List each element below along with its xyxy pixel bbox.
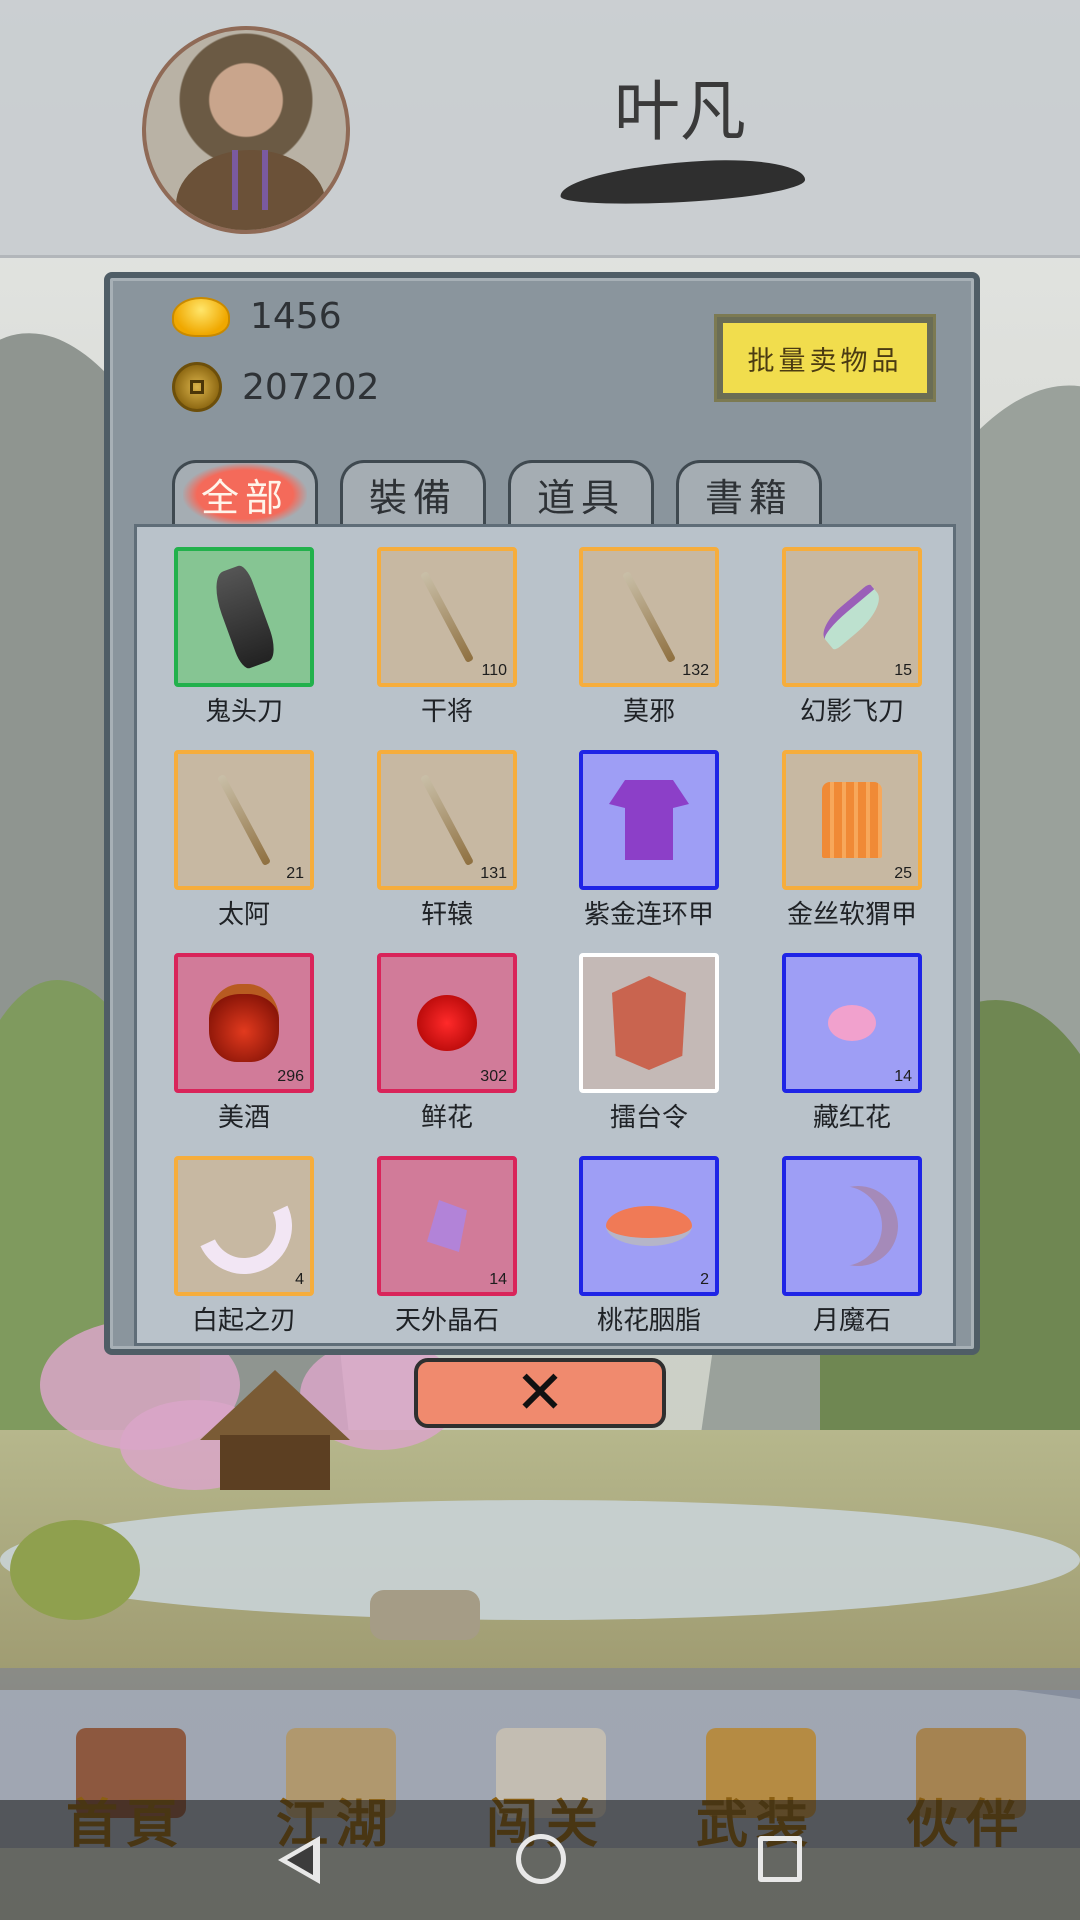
item-name: 鲜花: [420, 1103, 473, 1133]
crystal-icon: [427, 1200, 467, 1252]
player-name: 叶凡: [614, 73, 746, 150]
rose-icon: [417, 995, 477, 1051]
inventory-item[interactable]: 鬼头刀: [174, 547, 314, 728]
copper-coin-icon: [172, 362, 222, 412]
inventory-item[interactable]: 14 藏红花: [782, 953, 922, 1134]
item-name: 擂台令: [609, 1103, 688, 1133]
coin-amount: 207202: [242, 366, 380, 408]
cleaver-icon: [208, 563, 280, 671]
flying-knife-icon: [815, 583, 889, 651]
tab-books[interactable]: 書籍: [676, 460, 822, 526]
item-name: 白起之刃: [191, 1306, 296, 1336]
inventory-item[interactable]: 296 美酒: [174, 953, 314, 1134]
back-icon[interactable]: [278, 1836, 320, 1884]
inventory-item[interactable]: 21 太阿: [174, 750, 314, 931]
category-tabs: 全部 裝備 道具 書籍: [172, 460, 844, 526]
inventory-item[interactable]: 14 天外晶石: [377, 1156, 517, 1337]
system-navigation-bar: [0, 1800, 1080, 1920]
inventory-panel: 1456 207202 批量卖物品 全部 裝備 道具 書籍 鬼头刀 110 干将…: [104, 272, 980, 1355]
inventory-item[interactable]: 15 幻影飞刀: [782, 547, 922, 728]
armor-robe-icon: [609, 780, 689, 860]
sword-icon: [419, 773, 475, 867]
bulk-sell-button[interactable]: 批量卖物品: [714, 314, 936, 402]
inventory-item[interactable]: 131 轩辕: [377, 750, 517, 931]
sword-icon: [621, 570, 677, 664]
item-name: 紫金连环甲: [583, 900, 714, 930]
item-name: 金丝软猬甲: [786, 900, 917, 930]
item-name: 干将: [420, 697, 473, 727]
token-icon: [612, 976, 686, 1070]
item-name: 美酒: [217, 1103, 270, 1133]
inventory-item[interactable]: 2 桃花胭脂: [579, 1156, 719, 1337]
moon-stone-icon: [802, 1186, 882, 1266]
inventory-item[interactable]: 紫金连环甲: [579, 750, 719, 931]
tab-all[interactable]: 全部: [172, 460, 318, 526]
inventory-item[interactable]: 月魔石: [782, 1156, 922, 1337]
inventory-item[interactable]: 擂台令: [579, 953, 719, 1134]
item-name: 桃花胭脂: [596, 1306, 701, 1336]
inventory-item[interactable]: 4 白起之刃: [174, 1156, 314, 1337]
item-name: 月魔石: [812, 1306, 891, 1336]
item-name: 莫邪: [622, 697, 675, 727]
sword-icon: [419, 570, 475, 664]
inventory-item[interactable]: 25 金丝软猬甲: [782, 750, 922, 931]
close-button[interactable]: ✕: [414, 1358, 666, 1428]
item-grid: 鬼头刀 110 干将 132 莫邪 15 幻影飞刀 21 太阿 131 轩辕 紫…: [134, 524, 956, 1346]
item-name: 太阿: [217, 900, 270, 930]
tab-props[interactable]: 道具: [508, 460, 654, 526]
coin-row: 207202: [172, 362, 379, 412]
bulk-sell-label: 批量卖物品: [723, 323, 927, 393]
inventory-item[interactable]: 302 鲜花: [377, 953, 517, 1134]
brush-stroke-decoration: [559, 155, 806, 209]
rouge-icon: [606, 1206, 692, 1246]
player-header: 叶凡: [0, 0, 1080, 258]
close-icon: ✕: [514, 1358, 566, 1428]
recent-apps-icon[interactable]: [758, 1836, 802, 1882]
inventory-item[interactable]: 110 干将: [377, 547, 517, 728]
item-name: 天外晶石: [394, 1306, 499, 1336]
item-name: 轩辕: [420, 900, 473, 930]
wine-jar-icon: [209, 984, 279, 1062]
tab-equipment[interactable]: 裝備: [340, 460, 486, 526]
item-name: 藏红花: [812, 1103, 891, 1133]
gold-row: 1456: [172, 296, 342, 337]
flower-icon: [828, 1005, 876, 1041]
item-name: 鬼头刀: [204, 697, 283, 727]
curved-blade-icon: [182, 1164, 306, 1288]
inventory-item[interactable]: 132 莫邪: [579, 547, 719, 728]
vest-icon: [822, 782, 882, 858]
gold-amount: 1456: [250, 296, 342, 337]
player-avatar[interactable]: [142, 26, 350, 234]
gold-ingot-icon: [172, 296, 230, 337]
item-name: 幻影飞刀: [799, 697, 904, 727]
home-circle-icon[interactable]: [516, 1834, 566, 1884]
hut-illustration: [200, 1370, 350, 1490]
sword-icon: [216, 773, 272, 867]
